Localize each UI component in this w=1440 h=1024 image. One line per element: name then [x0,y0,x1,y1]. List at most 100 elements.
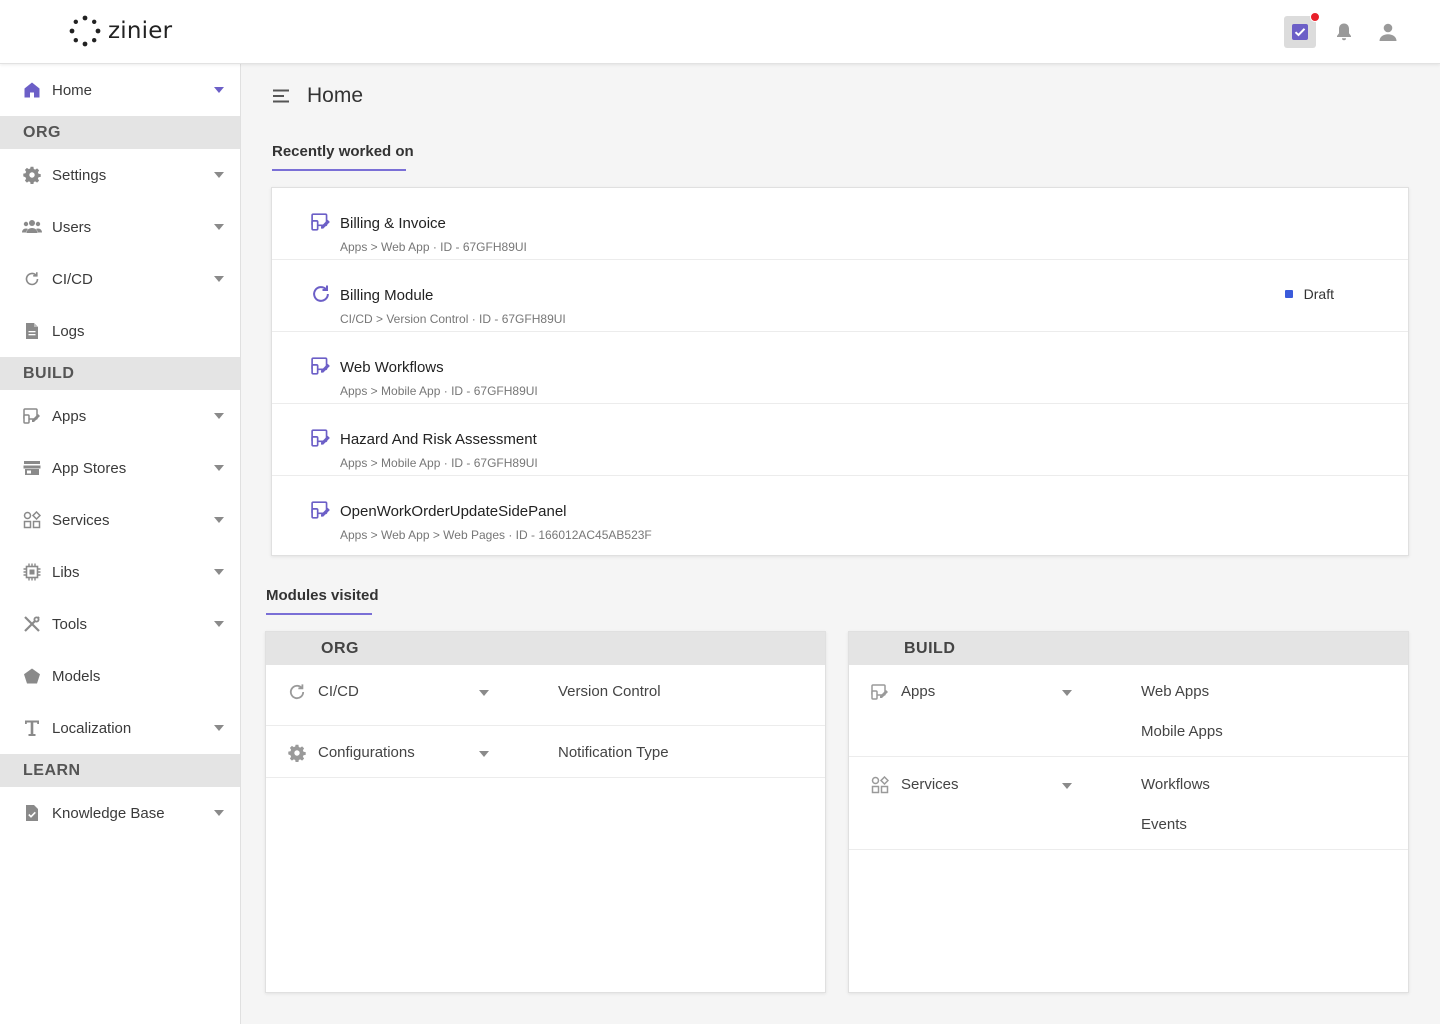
chevron-down-icon[interactable] [214,569,224,575]
pentagon-icon [22,666,42,686]
chevron-down-icon[interactable] [1062,783,1072,789]
sidebar-item-apps[interactable]: Apps [0,390,240,442]
sidebar-item-label: Localization [52,719,132,737]
sidebar-item-label: Apps [52,407,87,425]
tab-active-indicator [272,169,406,171]
gear-icon [288,744,306,762]
list-item[interactable]: Billing Module CI/CD > Version Control ·… [272,260,1408,332]
store-icon [22,458,42,478]
app-icon [871,684,888,700]
user-menu-button[interactable] [1372,16,1404,48]
sidebar-item-settings[interactable]: Settings [0,149,240,201]
module-link-mobile-apps[interactable]: Mobile Apps [1141,723,1223,740]
sidebar-item-services[interactable]: Services [0,494,240,546]
chevron-down-icon[interactable] [214,810,224,816]
tab-modules-visited[interactable]: Modules visited [266,587,379,604]
item-breadcrumb: Apps > Mobile App · ID - 67GFH89UI [340,384,538,398]
sidebar-item-label: Models [52,667,101,685]
sidebar-item-users[interactable]: Users [0,201,240,253]
sidebar-item-libs[interactable]: Libs [0,546,240,598]
item-title: Billing & Invoice [340,215,446,232]
sidebar-item-tools[interactable]: Tools [0,598,240,650]
sidebar-item-knowledge-base[interactable]: Knowledge Base [0,787,240,839]
notification-dot [1310,12,1320,22]
module-row-cicd[interactable]: CI/CD Version Control [266,665,825,726]
list-item[interactable]: Billing & Invoice Apps > Web App · ID - … [272,188,1408,260]
text-icon [22,718,42,738]
module-link-web-apps[interactable]: Web Apps [1141,683,1209,700]
status-dot [1284,290,1293,298]
app-icon [22,406,42,426]
sidebar-item-label: Logs [52,322,85,340]
chevron-down-icon[interactable] [214,725,224,731]
list-item[interactable]: Hazard And Risk Assessment Apps > Mobile… [272,404,1408,476]
sidebar-item-cicd[interactable]: CI/CD [0,253,240,305]
sidebar-section-org: ORG [0,116,240,149]
tools-icon [22,614,42,634]
item-breadcrumb: Apps > Web App > Web Pages · ID - 166012… [340,528,652,542]
module-label: Configurations [318,744,415,761]
module-link-events[interactable]: Events [1141,816,1187,833]
services-icon [22,510,42,530]
user-icon [1379,23,1397,41]
sidebar-item-label: Knowledge Base [52,804,165,822]
zinier-logo[interactable]: zinier [68,14,172,48]
sidebar-item-label: Settings [52,166,107,184]
users-icon [22,217,42,237]
list-item[interactable]: Web Workflows Apps > Mobile App · ID - 6… [272,332,1408,404]
list-item[interactable]: OpenWorkOrderUpdateSidePanel Apps > Web … [272,476,1408,548]
tab-recently-worked-on[interactable]: Recently worked on [272,143,414,160]
module-label: CI/CD [318,683,359,700]
module-link-version-control[interactable]: Version Control [558,683,661,700]
tasks-button[interactable] [1284,12,1320,48]
modules-card-build: BUILD Apps Web Apps Mobile Apps Services… [848,631,1409,993]
module-link-notification-type[interactable]: Notification Type [558,744,669,761]
chevron-down-icon[interactable] [479,751,489,757]
chevron-down-icon[interactable] [214,465,224,471]
tasks-icon [1292,24,1308,40]
status-text: Draft [1303,286,1334,302]
item-title: Hazard And Risk Assessment [340,431,537,448]
sidebar-item-home[interactable]: Home [0,64,240,116]
module-row-configurations[interactable]: Configurations Notification Type [266,726,825,778]
item-breadcrumb: Apps > Web App · ID - 67GFH89UI [340,240,527,254]
chevron-down-icon[interactable] [214,172,224,178]
chevron-down-icon[interactable] [214,276,224,282]
sidebar: Home ORG Settings Users CI/CD Logs BUILD [0,64,241,1024]
sidebar-item-logs[interactable]: Logs [0,305,240,357]
book-icon [22,803,42,823]
sidebar-item-localization[interactable]: Localization [0,702,240,754]
menu-icon[interactable] [273,89,291,103]
sidebar-item-label: App Stores [52,459,127,477]
app-icon [311,429,330,447]
sidebar-item-models[interactable]: Models [0,650,240,702]
sidebar-item-label: CI/CD [52,270,93,288]
chevron-down-icon[interactable] [479,690,489,696]
logo-dots-icon [69,15,101,47]
tab-active-indicator [266,613,372,615]
modules-card-org: ORG CI/CD Version Control Configurations… [265,631,826,993]
refresh-icon [22,269,42,289]
sidebar-item-app-stores[interactable]: App Stores [0,442,240,494]
module-header: BUILD [849,632,1408,665]
sidebar-item-label: Users [52,218,92,236]
module-row-services[interactable]: Services Workflows Events [849,757,1408,850]
chevron-down-icon[interactable] [214,413,224,419]
module-header: ORG [266,632,825,665]
chevron-down-icon[interactable] [214,87,224,93]
bell-icon [1337,23,1351,41]
chevron-down-icon[interactable] [1062,690,1072,696]
item-breadcrumb: CI/CD > Version Control · ID - 67GFH89UI [340,312,566,326]
module-link-workflows[interactable]: Workflows [1141,776,1210,793]
module-row-apps[interactable]: Apps Web Apps Mobile Apps [849,665,1408,757]
chevron-down-icon[interactable] [214,224,224,230]
refresh-icon [313,285,329,302]
chevron-down-icon[interactable] [214,621,224,627]
sidebar-section-build: BUILD [0,357,240,390]
app-icon [311,357,330,375]
chevron-down-icon[interactable] [214,517,224,523]
services-icon [871,776,889,794]
notifications-button[interactable] [1328,16,1360,48]
sidebar-section-learn: LEARN [0,754,240,787]
item-breadcrumb: Apps > Mobile App · ID - 67GFH89UI [340,456,538,470]
